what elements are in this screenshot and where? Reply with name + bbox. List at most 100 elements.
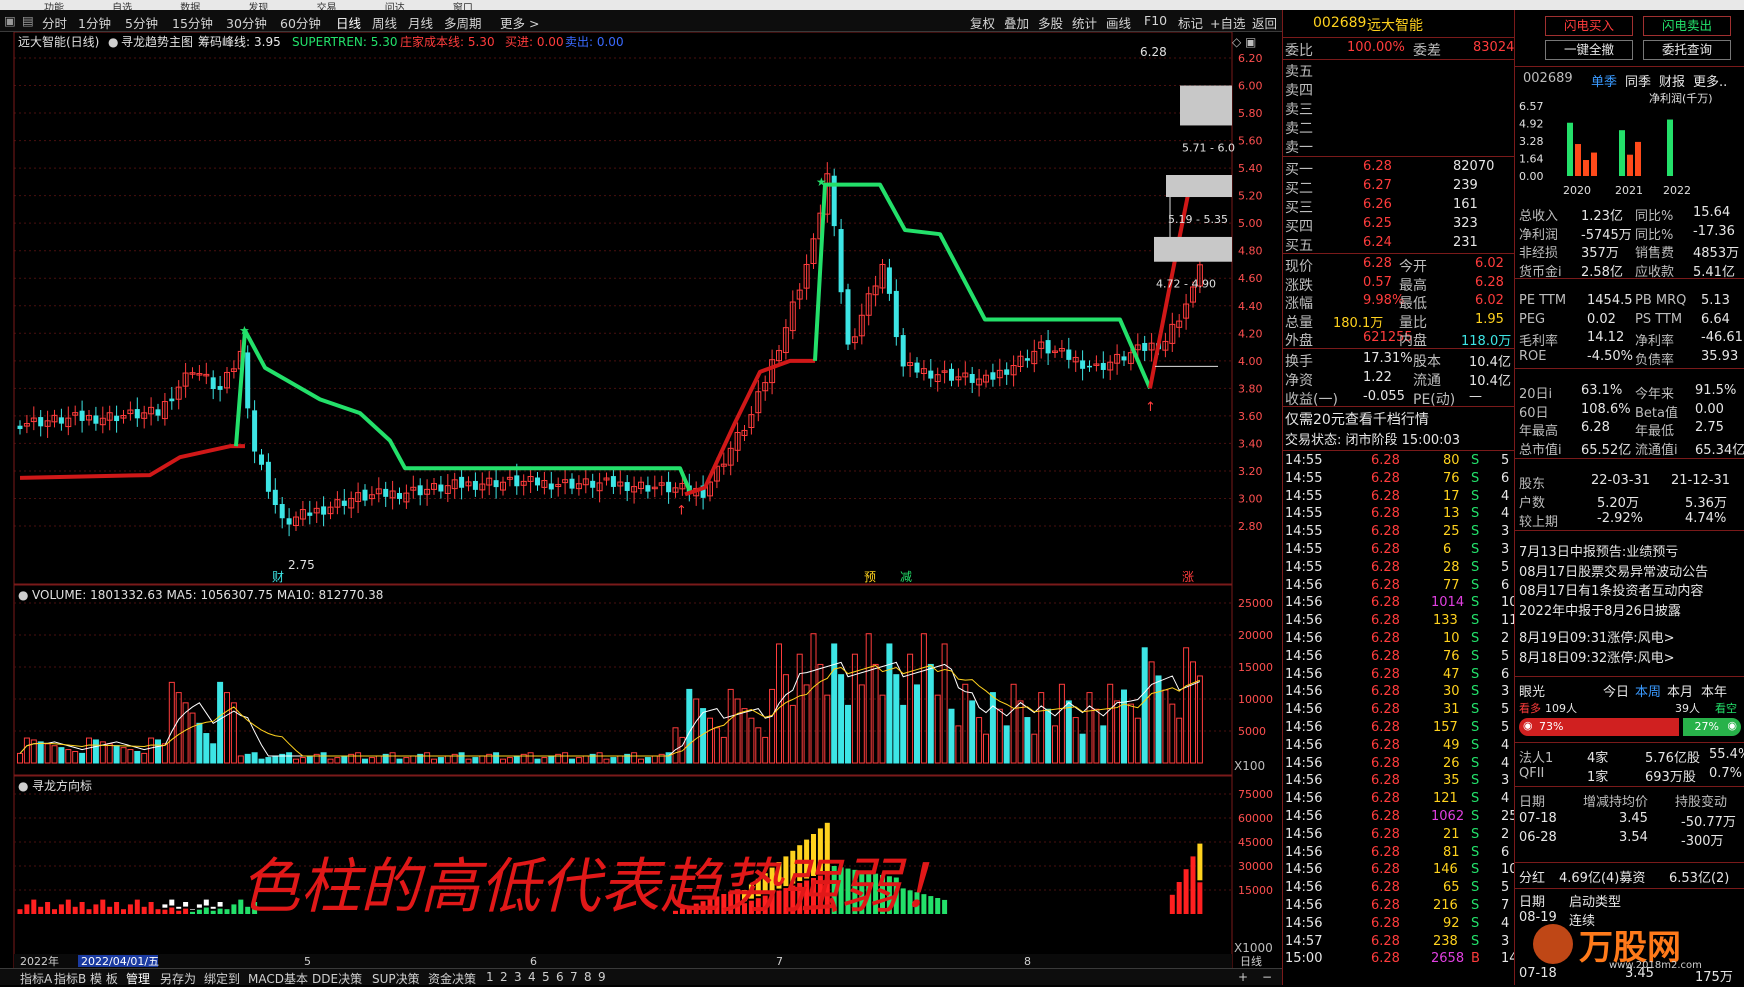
f10-tab-more[interactable]: 更多.. xyxy=(1693,71,1727,90)
tick-row-cell: 65 xyxy=(1443,880,1460,896)
stat-row-cell: 6.02 xyxy=(1475,293,1504,308)
mark-button[interactable]: 标记 xyxy=(1178,13,1203,32)
cancel-all-button[interactable]: 一键全撤 xyxy=(1545,40,1633,60)
period-tab[interactable]: 多周期 xyxy=(444,13,482,32)
order-query-button[interactable]: 委托查询 xyxy=(1643,40,1731,60)
bottom-tab[interactable]: DDE决策 xyxy=(312,970,362,987)
tick-row-cell: 6.28 xyxy=(1371,773,1400,789)
bottom-tab[interactable]: MACD基本 xyxy=(248,970,308,987)
stock-name: 远大智能 xyxy=(1367,18,1423,34)
bottom-tab[interactable]: 指标A xyxy=(20,970,52,987)
bottom-tab[interactable]: 1 xyxy=(486,970,494,984)
flash-sell-button[interactable]: 闪电卖出 xyxy=(1643,16,1731,36)
bid-row: 买一 6.28 82070 xyxy=(1283,158,1515,178)
f10-tab-quarter[interactable]: 单季 xyxy=(1591,71,1617,90)
indicator3-circle-icon[interactable]: ● xyxy=(18,779,28,793)
add-watchlist-button[interactable]: +自选 xyxy=(1210,13,1245,32)
period-tab[interactable]: 30分钟 xyxy=(226,13,267,32)
bottom-tab[interactable]: 9 xyxy=(598,970,606,984)
period-tab[interactable]: 5分钟 xyxy=(125,13,158,32)
fin-row-cell: 应收款 xyxy=(1635,264,1675,280)
period-tab[interactable]: 60分钟 xyxy=(280,13,321,32)
bottom-tab[interactable]: 资金决策 xyxy=(428,970,476,987)
fuquan-button[interactable]: 复权 xyxy=(970,13,995,32)
indicator-tick: 45000 xyxy=(1238,836,1273,849)
bottom-tab[interactable]: 指标B xyxy=(54,970,86,987)
event-marker-finance[interactable]: 财 xyxy=(272,570,284,584)
tick-row-cell: S xyxy=(1471,488,1480,504)
perf-row-cell: 流通值i xyxy=(1635,442,1678,458)
promo-link[interactable]: 仅需20元查看千档行情 xyxy=(1285,409,1429,429)
eye-tab[interactable]: 本年 xyxy=(1701,681,1727,700)
volume-bar xyxy=(1100,725,1107,764)
draw-line-button[interactable]: 画线 xyxy=(1106,13,1131,32)
direction-bar xyxy=(121,909,126,914)
eye-tab[interactable]: 今日 xyxy=(1603,681,1629,700)
fin-row: 货币金i 2.58亿 应收款 5.41亿 xyxy=(1515,260,1744,280)
period-tab[interactable]: 1分钟 xyxy=(78,13,111,32)
period-tab[interactable]: 分时 xyxy=(42,13,67,32)
kline-chart-area[interactable]: ★ ★ ↑ ↑ 5.71 - 6.0 5.19 - 5.35 4.72 - 4.90 6.… xyxy=(0,32,1282,968)
chart-settings-icon[interactable]: ◇ ▣ xyxy=(1232,35,1256,49)
eye-tab[interactable]: 本周 xyxy=(1635,681,1661,700)
f10-tab-code[interactable]: 002689 xyxy=(1523,71,1573,86)
overlay-button[interactable]: 叠加 xyxy=(1004,13,1029,32)
bottom-tab[interactable]: 另存为 xyxy=(160,970,196,987)
price-tick: 4.60 xyxy=(1238,272,1263,285)
tick-row: 14:56 6.28 35 S 3 xyxy=(1283,772,1515,791)
event-marker-forecast[interactable]: 预 xyxy=(864,570,876,584)
bottom-tab[interactable]: 模 板 xyxy=(90,970,118,987)
candle-down xyxy=(155,409,161,416)
bottom-tab[interactable]: 6 xyxy=(556,970,564,984)
tick-row-cell: S xyxy=(1471,773,1480,789)
more-periods[interactable]: 更多 > xyxy=(500,13,539,32)
period-tab-active[interactable]: 日线 xyxy=(336,13,361,32)
panel-list-icon[interactable]: ▤ xyxy=(22,13,34,28)
event-marker-limitup[interactable]: 涨 xyxy=(1182,569,1194,584)
period-tab[interactable]: 周线 xyxy=(372,13,397,32)
bottom-tab[interactable]: 8 xyxy=(584,970,592,984)
period-toolbar: ▣ ▤ 分时 1分钟 5分钟 15分钟 30分钟 60分钟 日线 周线 月线 多… xyxy=(0,10,1282,32)
change-head: 日期 增减持均价 持股变动 xyxy=(1515,790,1744,810)
tick-row-cell: 6.28 xyxy=(1371,524,1400,540)
period-tab[interactable]: 15分钟 xyxy=(172,13,213,32)
f10-tab-same[interactable]: 同季 xyxy=(1625,71,1651,90)
eye-tab[interactable]: 本月 xyxy=(1667,681,1693,700)
f10-tab-report[interactable]: 财报 xyxy=(1659,71,1685,90)
indicator-circle-icon[interactable]: ● xyxy=(108,35,118,49)
stat2-row-cell: 10.4亿 xyxy=(1469,355,1511,370)
f10-button[interactable]: F10 xyxy=(1144,13,1167,28)
bottom-tab[interactable]: SUP决策 xyxy=(372,970,420,987)
volume-circle-icon[interactable]: ● xyxy=(18,588,28,602)
stat-row-cell: 180.1万 xyxy=(1333,315,1384,331)
thumb-down-icon[interactable]: ◉ xyxy=(1727,719,1737,732)
tick-list[interactable]: 14:55 6.28 80 S 5 14:55 6.28 76 S 6 14:55 6.28 17 S 4 1… xyxy=(1283,452,1515,982)
event-marker-reduce[interactable]: 减 xyxy=(900,570,912,584)
tick-row-cell: 6.28 xyxy=(1371,915,1400,931)
multi-stock-button[interactable]: 多股 xyxy=(1038,13,1063,32)
bottom-tab[interactable]: 4 xyxy=(528,970,536,984)
direction-bar xyxy=(210,910,216,914)
profit-bar-chart: 净利润(千万) 6.57 4.92 3.28 1.64 0.00 2020 2021 202… xyxy=(1519,91,1713,197)
bottom-tab[interactable]: 2 xyxy=(500,970,508,984)
period-tab[interactable]: 月线 xyxy=(408,13,433,32)
volume-bar xyxy=(1121,689,1127,764)
zoom-out-icon[interactable]: − xyxy=(1262,970,1272,984)
indicator-name[interactable]: 寻龙趋势主图 xyxy=(121,35,193,49)
zoom-in-icon[interactable]: + xyxy=(1238,970,1248,984)
bottom-tab[interactable]: 绑定到 xyxy=(204,970,240,987)
bottom-tab[interactable]: 管理 xyxy=(126,970,150,987)
thumb-up-icon[interactable]: ◉ xyxy=(1523,719,1533,732)
bottom-tab[interactable]: 5 xyxy=(542,970,550,984)
stats-button[interactable]: 统计 xyxy=(1072,13,1097,32)
bid-row: 买五 6.24 231 xyxy=(1283,234,1515,254)
tick-row-cell: 21 xyxy=(1443,826,1460,842)
tick-row: 14:55 6.28 28 S 5 xyxy=(1283,559,1515,578)
flash-buy-button[interactable]: 闪电买入 xyxy=(1545,16,1633,36)
bottom-tab[interactable]: 3 xyxy=(514,970,522,984)
direction-bar xyxy=(231,904,237,914)
back-button[interactable]: 返回 xyxy=(1252,13,1277,32)
bottom-tab[interactable]: 7 xyxy=(570,970,578,984)
perf-row-cell: 6.28 xyxy=(1581,420,1610,435)
panel-toggle-icon[interactable]: ▣ xyxy=(4,13,16,28)
